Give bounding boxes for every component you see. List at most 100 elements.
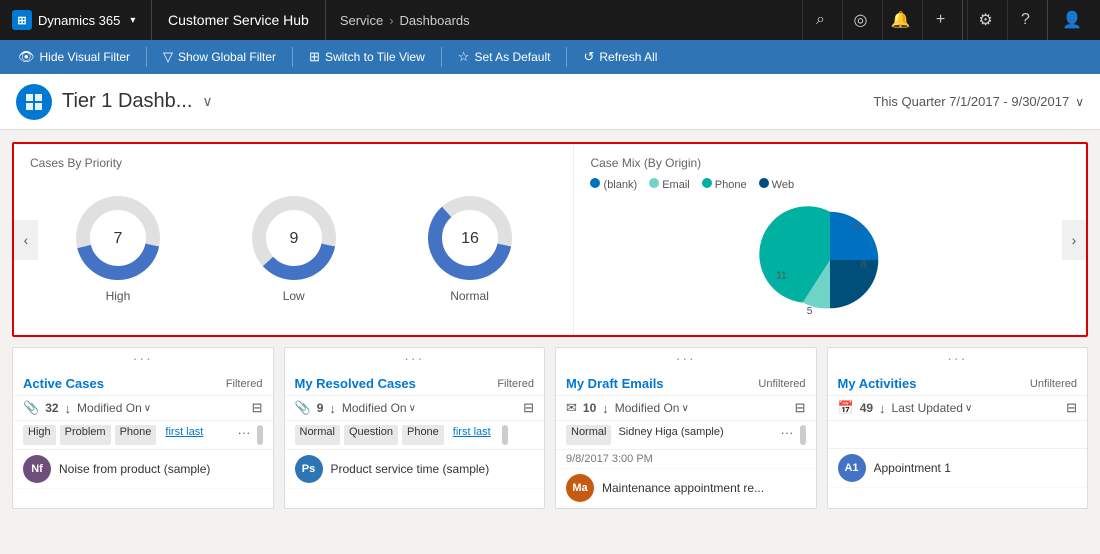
target-icon-btn[interactable]: ◎ — [842, 0, 878, 40]
bell-icon-btn[interactable]: 🔔 — [882, 0, 918, 40]
active-cases-view-icon[interactable]: ⊟ — [252, 400, 263, 416]
tag-question: Question — [344, 425, 398, 445]
draft-emails-filter: Unfiltered — [758, 378, 805, 390]
breadcrumb-service[interactable]: Service — [340, 13, 383, 28]
toolbar-sep-4 — [566, 47, 567, 67]
search-icon-btn[interactable]: ⌕ — [802, 0, 838, 40]
breadcrumb-dashboards[interactable]: Dashboards — [400, 13, 470, 28]
resolved-cases-filter: Filtered — [497, 378, 534, 390]
tag-firstlast-2[interactable]: first last — [448, 425, 496, 445]
pie-chart-svg: 8 8 5 11 — [755, 195, 905, 325]
nf-avatar: Nf — [23, 455, 51, 483]
ma-avatar: Ma — [566, 474, 594, 502]
svg-text:7: 7 — [113, 230, 122, 247]
set-as-default-button[interactable]: ☆ Set As Default — [448, 43, 561, 71]
activities-sort[interactable]: Last Updated ∨ — [892, 401, 973, 415]
resolved-cases-top-dots[interactable]: ··· — [285, 348, 545, 368]
active-cases-tile: ··· Active Cases Filtered 📎 32 ↓ Modifie… — [12, 347, 274, 509]
draft-emails-scrollbar[interactable] — [800, 425, 806, 445]
resolved-cases-row[interactable]: Ps Product service time (sample) — [285, 450, 545, 489]
svg-text:9: 9 — [289, 230, 298, 247]
nav-divider — [962, 0, 963, 40]
refresh-all-button[interactable]: ↺ Refresh All — [573, 43, 667, 71]
toolbar-sep-2 — [292, 47, 293, 67]
active-cases-sort[interactable]: Modified On ∨ — [77, 401, 151, 415]
tag-firstlast[interactable]: first last — [160, 425, 208, 445]
toolbar-sep-3 — [441, 47, 442, 67]
draft-emails-top-dots[interactable]: ··· — [556, 348, 816, 368]
switch-to-tile-view-button[interactable]: ⊞ Switch to Tile View — [299, 43, 435, 71]
resolved-cases-scrollbar[interactable] — [502, 425, 508, 445]
dashboard-icon — [16, 84, 52, 120]
hide-visual-filter-button[interactable]: 👁 Hide Visual Filter — [8, 43, 140, 71]
draft-emails-toolbar: ✉ 10 ↓ Modified On ∨ ⊟ — [556, 396, 816, 421]
activities-spacer — [828, 421, 1088, 449]
email-icon: ✉ — [566, 400, 577, 416]
svg-text:11: 11 — [776, 271, 787, 282]
tag-normal-2: Normal — [566, 425, 611, 445]
page-title: Tier 1 Dashb... — [62, 90, 192, 113]
title-caret-icon[interactable]: ∨ — [202, 93, 212, 110]
active-cases-header: Active Cases Filtered — [13, 368, 273, 396]
user-icon-btn[interactable]: 👤 — [1052, 0, 1092, 40]
active-cases-scrollbar[interactable] — [257, 425, 263, 445]
quarter-caret-icon: ∨ — [1075, 95, 1084, 109]
nav-icons: ⌕ ◎ 🔔 + ⚙ ? 👤 — [794, 0, 1100, 40]
page-header-left: Tier 1 Dashb... ∨ — [16, 84, 213, 120]
quarter-selector[interactable]: This Quarter 7/1/2017 - 9/30/2017 ∨ — [873, 94, 1084, 109]
active-cases-filter: Filtered — [226, 378, 263, 390]
my-draft-emails-tile: ··· My Draft Emails Unfiltered ✉ 10 ↓ Mo… — [555, 347, 817, 509]
activities-top-dots[interactable]: ··· — [828, 348, 1088, 368]
draft-emails-date: 9/8/2017 3:00 PM — [556, 450, 816, 469]
donut-charts-container: 7 High 9 Low — [30, 178, 557, 318]
active-cases-top-dots[interactable]: ··· — [13, 348, 273, 368]
settings-icon-btn[interactable]: ⚙ — [967, 0, 1003, 40]
toolbar-sep-1 — [146, 47, 147, 67]
refresh-icon: ↺ — [583, 49, 594, 65]
draft-emails-view-icon[interactable]: ⊟ — [795, 400, 806, 416]
draft-emails-sort[interactable]: Modified On ∨ — [615, 401, 689, 415]
activities-row[interactable]: A1 Appointment 1 — [828, 449, 1088, 488]
filter-icon: ▽ — [163, 49, 173, 65]
page-header: Tier 1 Dashb... ∨ This Quarter 7/1/2017 … — [0, 74, 1100, 130]
top-nav: ⊞ Dynamics 365 ▾ Customer Service Hub Se… — [0, 0, 1100, 40]
active-cases-count: 32 — [45, 401, 58, 415]
chart-next-button[interactable]: › — [1062, 220, 1086, 260]
quarter-label: This Quarter 7/1/2017 - 9/30/2017 — [873, 94, 1069, 109]
resolved-cases-sort[interactable]: Modified On ∨ — [342, 401, 416, 415]
charts-row: ‹ › Cases By Priority 7 High — [12, 142, 1088, 337]
donut-low: 9 Low — [249, 193, 339, 303]
donut-low-svg: 9 — [249, 193, 339, 283]
draft-emails-row[interactable]: Ma Maintenance appointment re... — [556, 469, 816, 508]
ps-avatar: Ps — [295, 455, 323, 483]
tag-dots[interactable]: ··· — [238, 425, 251, 445]
a1-avatar: A1 — [838, 454, 866, 482]
dynamics365-nav[interactable]: ⊞ Dynamics 365 ▾ — [0, 0, 152, 40]
breadcrumb: Service › Dashboards — [326, 13, 794, 28]
calendar-icon: 📅 — [838, 400, 854, 416]
help-icon-btn[interactable]: ? — [1007, 0, 1043, 40]
show-global-filter-button[interactable]: ▽ Show Global Filter — [153, 43, 286, 71]
tiles-row: ··· Active Cases Filtered 📎 32 ↓ Modifie… — [12, 347, 1088, 509]
tag-phone: Phone — [115, 425, 157, 445]
resolved-cases-item-text: Product service time (sample) — [331, 462, 535, 476]
legend-phone: Phone — [702, 178, 747, 191]
add-icon-btn[interactable]: + — [922, 0, 958, 40]
resolved-cases-view-icon[interactable]: ⊟ — [523, 400, 534, 416]
tile-icon: ⊞ — [309, 49, 320, 65]
active-cases-tags: High Problem Phone first last ··· — [13, 421, 273, 450]
donut-high-label: High — [106, 289, 131, 303]
activities-title: My Activities — [838, 376, 917, 391]
tag-dots-3[interactable]: ··· — [781, 425, 794, 445]
case-mix-title: Case Mix (By Origin) — [590, 156, 1070, 170]
active-cases-row[interactable]: Nf Noise from product (sample) — [13, 450, 273, 489]
resolved-cases-header: My Resolved Cases Filtered — [285, 368, 545, 396]
svg-text:16: 16 — [461, 230, 479, 247]
my-activities-tile: ··· My Activities Unfiltered 📅 49 ↓ Last… — [827, 347, 1089, 509]
resolved-cases-tags: Normal Question Phone first last — [285, 421, 545, 450]
d365-icon: ⊞ — [12, 10, 32, 30]
tag-problem: Problem — [60, 425, 111, 445]
activities-view-icon[interactable]: ⊟ — [1066, 400, 1077, 416]
pie-area: 8 8 5 11 — [590, 195, 1070, 325]
chart-prev-button[interactable]: ‹ — [14, 220, 38, 260]
